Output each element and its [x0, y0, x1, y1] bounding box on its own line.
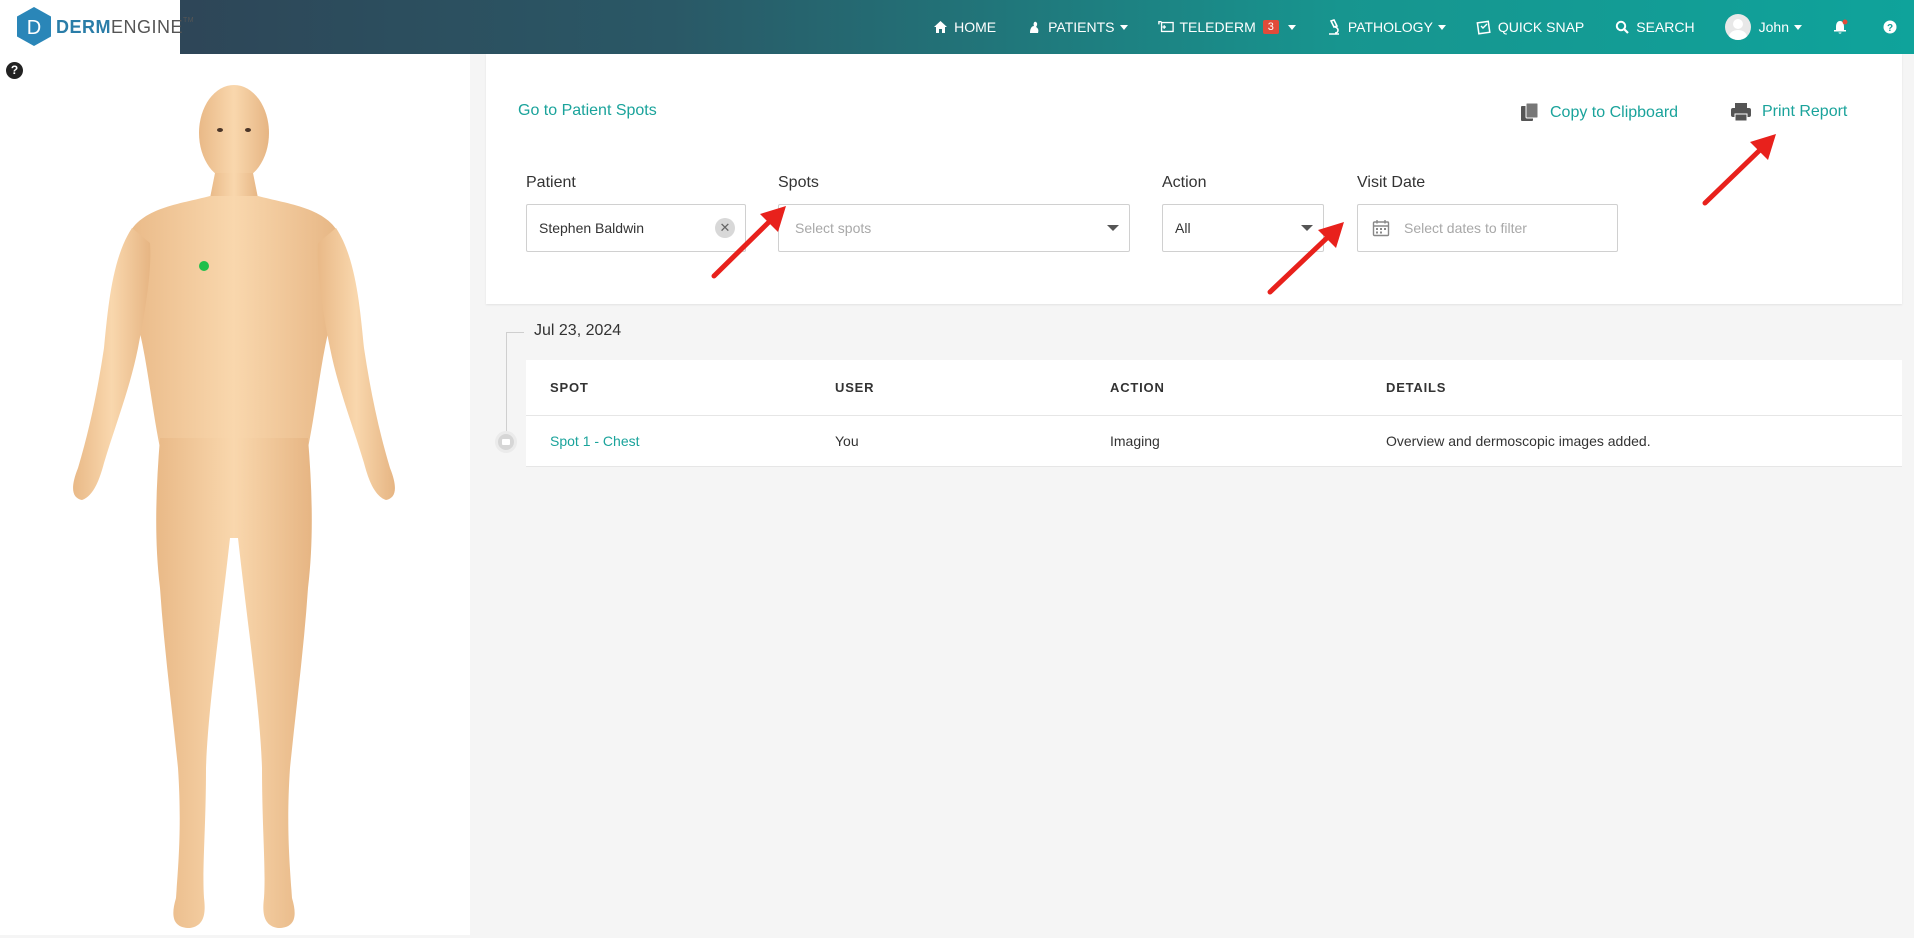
column-header-details: DETAILS — [1386, 380, 1447, 395]
action-select[interactable]: All — [1162, 204, 1324, 252]
visit-date-label: Visit Date — [1357, 174, 1426, 191]
nav-quick-snap-label: QUICK SNAP — [1497, 19, 1585, 35]
app-logo[interactable]: D DERMENGINETM — [0, 0, 194, 54]
timeline-connector — [506, 332, 524, 333]
chevron-down-icon — [1437, 24, 1446, 30]
activity-table: SPOT USER ACTION DETAILS Spot 1 - Chest … — [526, 360, 1902, 467]
patient-value: Stephen Baldwin — [539, 220, 645, 236]
bell-icon — [1832, 19, 1848, 35]
calendar-icon — [1372, 219, 1390, 237]
nav-patients-label: PATIENTS — [1048, 19, 1115, 35]
action-label: Action — [1162, 174, 1207, 191]
spots-placeholder: Select spots — [795, 220, 872, 236]
logo-hexagon-icon: D — [17, 7, 51, 46]
table-row: Spot 1 - Chest You Imaging Overview and … — [526, 416, 1902, 467]
chevron-down-icon — [1794, 24, 1802, 30]
camera-icon — [495, 431, 517, 453]
help-icon[interactable]: ? — [6, 62, 23, 79]
avatar-icon — [1724, 14, 1751, 40]
nav-quick-snap[interactable]: QUICK SNAP — [1476, 19, 1584, 35]
visit-date-picker[interactable]: Select dates to filter — [1357, 204, 1618, 252]
chevron-down-icon — [1287, 24, 1296, 30]
column-header-action: ACTION — [1110, 380, 1165, 395]
visit-date-placeholder: Select dates to filter — [1404, 220, 1527, 236]
nav-telederm[interactable]: TELEDERM 3 — [1157, 19, 1296, 35]
patients-icon — [1026, 19, 1042, 35]
clipboard-icon — [1520, 102, 1540, 124]
patient-label: Patient — [526, 174, 576, 191]
spots-select[interactable]: Select spots — [778, 204, 1130, 252]
nav-search-label: SEARCH — [1636, 19, 1695, 35]
spots-label: Spots — [778, 174, 819, 191]
telederm-icon — [1157, 19, 1174, 35]
nav-pathology-label: PATHOLOGY — [1347, 19, 1433, 35]
chevron-down-icon — [1107, 225, 1119, 231]
nav-pathology[interactable]: PATHOLOGY — [1326, 19, 1446, 35]
copy-to-clipboard-label: Copy to Clipboard — [1550, 104, 1679, 121]
main-nav: HOME PATIENTS TELEDERM 3 PATHOLOGY QUICK… — [932, 0, 1914, 54]
print-report-label: Print Report — [1762, 103, 1848, 120]
column-header-user: USER — [835, 380, 875, 395]
copy-to-clipboard-button[interactable]: Copy to Clipboard — [1520, 102, 1678, 124]
logo-wordmark: DERMENGINETM — [56, 17, 195, 37]
printer-icon — [1730, 102, 1752, 122]
help-icon: ? — [1882, 19, 1898, 35]
spot-link[interactable]: Spot 1 - Chest — [550, 433, 640, 449]
row-action: Imaging — [1110, 433, 1160, 449]
table-header: SPOT USER ACTION DETAILS — [526, 360, 1902, 416]
notifications-button[interactable] — [1832, 19, 1854, 35]
nav-home[interactable]: HOME — [932, 19, 996, 35]
nav-home-label: HOME — [954, 19, 997, 35]
go-to-patient-spots-link[interactable]: Go to Patient Spots — [518, 102, 657, 120]
filter-card: Go to Patient Spots Copy to Clipboard Pr… — [486, 54, 1902, 304]
chevron-down-icon — [1119, 24, 1128, 30]
nav-patients[interactable]: PATIENTS — [1026, 19, 1128, 35]
column-header-spot: SPOT — [550, 380, 589, 395]
chevron-down-icon — [1301, 225, 1313, 231]
svg-text:?: ? — [1887, 23, 1893, 34]
action-value: All — [1175, 220, 1191, 236]
nav-search[interactable]: SEARCH — [1614, 19, 1695, 35]
nav-telederm-label: TELEDERM — [1179, 19, 1256, 35]
user-name: John — [1758, 19, 1789, 35]
telederm-count-badge: 3 — [1262, 20, 1279, 34]
nav-user-menu[interactable]: John — [1724, 14, 1802, 40]
top-navigation-bar: D DERMENGINETM HOME PATIENTS TELEDERM 3 — [0, 0, 1914, 54]
clear-icon[interactable]: ✕ — [715, 218, 735, 238]
row-user: You — [835, 433, 859, 449]
help-button[interactable]: ? — [1882, 19, 1904, 35]
timeline-date: Jul 23, 2024 — [534, 322, 622, 339]
quick-snap-icon — [1476, 19, 1492, 35]
microscope-icon — [1326, 19, 1342, 35]
patient-select[interactable]: Stephen Baldwin ✕ — [526, 204, 746, 252]
body-map-panel: ? — [0, 54, 470, 935]
spot-marker[interactable] — [199, 261, 209, 271]
row-details: Overview and dermoscopic images added. — [1386, 433, 1651, 449]
home-icon — [932, 19, 948, 35]
body-map-figure[interactable] — [60, 68, 400, 938]
search-icon — [1614, 19, 1630, 35]
print-report-button[interactable]: Print Report — [1730, 102, 1847, 122]
timeline-line — [506, 332, 507, 442]
svg-text:D: D — [27, 17, 41, 39]
